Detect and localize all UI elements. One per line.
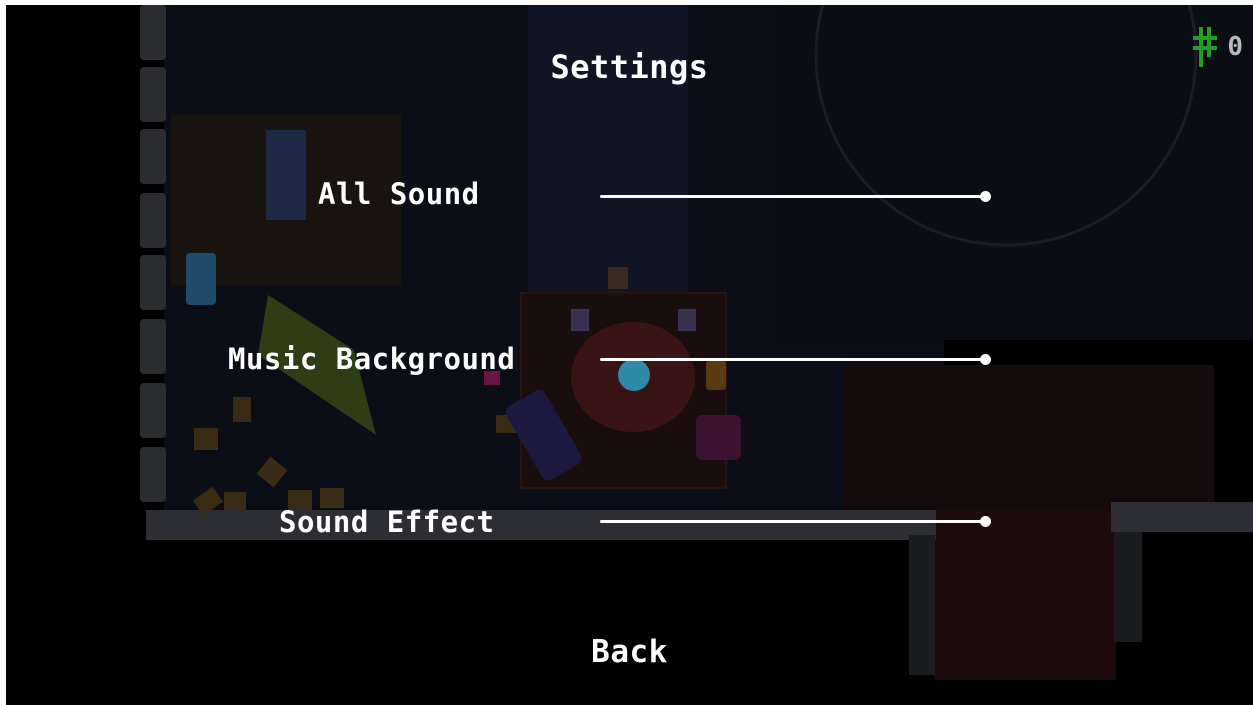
all-sound-label: All Sound — [318, 177, 480, 211]
all-sound-slider[interactable] — [600, 187, 991, 207]
sound-effect-slider[interactable] — [600, 512, 991, 532]
bottom-right-wall — [1111, 502, 1253, 532]
sound-effect-label: Sound Effect — [279, 505, 495, 539]
all-sound-slider-knob[interactable] — [980, 191, 991, 202]
back-button[interactable]: Back — [6, 634, 1253, 670]
bed — [266, 130, 306, 220]
music-background-slider[interactable] — [600, 350, 991, 370]
sound-effect-slider-track[interactable] — [600, 520, 986, 523]
chair-top — [608, 267, 628, 289]
coin-count: 0 — [1227, 32, 1243, 62]
sound-effect-slider-knob[interactable] — [980, 516, 991, 527]
music-background-slider-track[interactable] — [600, 358, 986, 361]
magenta-chair — [696, 415, 741, 460]
all-sound-slider-track[interactable] — [600, 195, 986, 198]
settings-title: Settings — [550, 48, 709, 86]
music-background-label: Music Background — [228, 342, 516, 376]
music-background-slider-knob[interactable] — [980, 354, 991, 365]
blue-barrel — [186, 253, 216, 305]
coin-counter: 0 — [1193, 27, 1243, 67]
corridor-wall-right — [1114, 532, 1142, 642]
chair-left — [571, 309, 589, 331]
red-carpet-area — [844, 365, 1214, 515]
chair-right — [678, 309, 696, 331]
game-screen: Settings 0 All Sound Music Background So… — [6, 5, 1253, 705]
hash-coin-icon — [1193, 27, 1218, 67]
